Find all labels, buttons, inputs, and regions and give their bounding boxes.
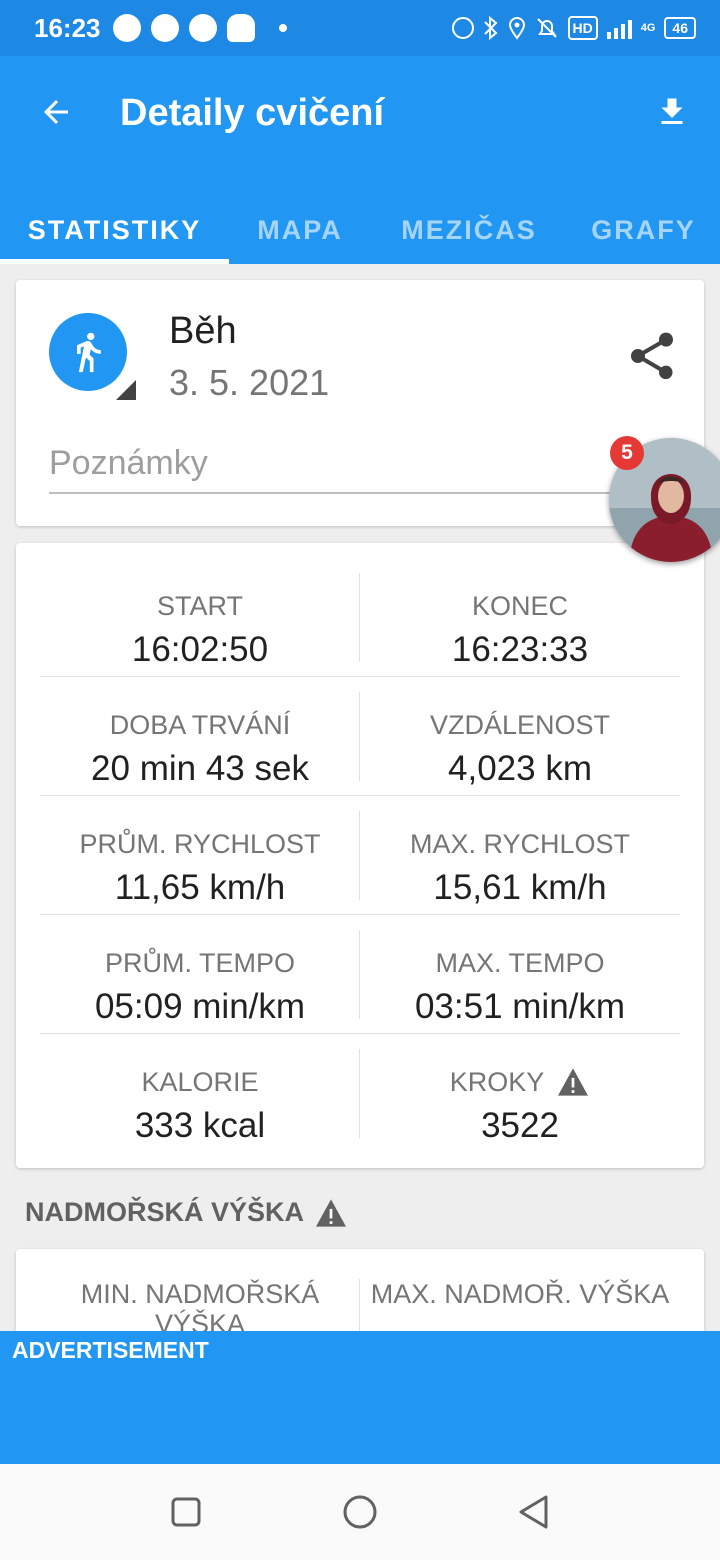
stat-value: 05:09 min/km	[94, 987, 306, 1026]
stat-label: MAX. RYCHLOST	[409, 829, 631, 859]
stat-max-pace: MAX. TEMPO 03:51 min/km	[360, 915, 680, 1034]
stat-label: START	[156, 591, 243, 621]
download-icon	[661, 98, 683, 124]
advertisement-label: ADVERTISEMENT	[12, 1337, 209, 1363]
advertisement-banner[interactable]: ADVERTISEMENT	[0, 1331, 720, 1464]
stat-value: 3522	[481, 1106, 559, 1145]
stat-label: DOBA TRVÁNÍ	[109, 710, 291, 740]
page-title: Detaily cvičení	[120, 92, 385, 134]
stat-label: KROKY	[449, 1067, 545, 1097]
warning-icon[interactable]	[556, 1067, 590, 1097]
stat-min-altitude-label: MIN. NADMOŘSKÁ VÝŠKA	[40, 1279, 360, 1349]
stat-label: KALORIE	[141, 1067, 259, 1097]
stat-steps: KROKY 3522	[360, 1034, 680, 1153]
stat-label: VZDÁLENOST	[429, 710, 611, 740]
back-button[interactable]	[32, 88, 80, 136]
hd-voice-icon: HD	[567, 16, 598, 40]
stat-value: 16:23:33	[451, 630, 589, 669]
app-bar: Detaily cvičení STATISTIKY MAPA MEZIČAS …	[0, 56, 720, 264]
home-button[interactable]	[334, 1486, 386, 1538]
stat-duration: DOBA TRVÁNÍ 20 min 43 sek	[40, 677, 360, 796]
stats-row: DOBA TRVÁNÍ 20 min 43 sek VZDÁLENOST 4,0…	[40, 677, 680, 796]
alarm-icon	[536, 18, 557, 38]
tab-mapa[interactable]: MAPA	[229, 196, 371, 264]
stat-value: 4,023 km	[448, 749, 592, 788]
tab-mezicas[interactable]: MEZIČAS	[371, 196, 567, 264]
stats-row: PRŮM. RYCHLOST 11,65 km/h MAX. RYCHLOST …	[40, 796, 680, 915]
notes-input[interactable]: Poznámky	[49, 444, 649, 494]
messenger-icon	[150, 14, 179, 42]
stat-value: 11,65 km/h	[114, 868, 286, 907]
stat-max-speed: MAX. RYCHLOST 15,61 km/h	[360, 796, 680, 915]
warning-icon[interactable]	[314, 1198, 348, 1228]
stat-label: PRŮM. RYCHLOST	[79, 829, 321, 859]
stats-row: PRŮM. TEMPO 05:09 min/km MAX. TEMPO 03:5…	[40, 915, 680, 1034]
dropdown-corner-indicator	[116, 380, 136, 400]
back-nav-button[interactable]	[508, 1486, 560, 1538]
spotify-icon	[112, 14, 141, 42]
messenger-icon	[188, 14, 217, 42]
activity-header-card: Běh 3. 5. 2021 Poznámky	[16, 280, 704, 526]
stat-value: 15,61 km/h	[433, 868, 607, 907]
stat-calories: KALORIE 333 kcal	[40, 1034, 360, 1153]
signal-icon	[606, 17, 632, 39]
system-nav-bar	[0, 1464, 720, 1560]
stat-max-altitude-label: MAX. NADMOŘ. VÝŠKA	[370, 1279, 670, 1309]
stat-label-wrap: KROKY	[450, 1064, 591, 1100]
stats-row: KALORIE 333 kcal KROKY 3522	[40, 1034, 680, 1153]
stat-start: START 16:02:50	[40, 558, 360, 677]
running-icon	[77, 332, 101, 373]
status-time: 16:23	[34, 12, 101, 43]
notification-icons	[112, 14, 287, 42]
activity-name: Běh	[169, 310, 237, 352]
data-saver-icon	[451, 17, 474, 39]
stat-value: 333 kcal	[134, 1106, 266, 1145]
share-icon	[631, 332, 673, 380]
stat-avg-speed: PRŮM. RYCHLOST 11,65 km/h	[40, 796, 360, 915]
chat-head-badge: 5	[610, 436, 644, 470]
stat-label: KONEC	[471, 591, 569, 621]
stat-end: KONEC 16:23:33	[360, 558, 680, 677]
activity-date: 3. 5. 2021	[169, 362, 330, 403]
share-button[interactable]	[624, 328, 680, 384]
stat-value: 03:51 min/km	[414, 987, 626, 1026]
battery-icon: 46	[664, 17, 696, 39]
home-icon	[343, 1495, 377, 1529]
more-notifications-icon	[278, 24, 287, 32]
stat-label: PRŮM. TEMPO	[104, 948, 295, 978]
stat-label: MAX. TEMPO	[435, 948, 605, 978]
download-button[interactable]	[648, 88, 696, 136]
stats-row: START 16:02:50 KONEC 16:23:33	[40, 558, 680, 677]
stat-value: 20 min 43 sek	[91, 749, 309, 788]
arrow-back-icon	[44, 100, 68, 124]
back-triangle-icon	[519, 1495, 548, 1529]
recents-button[interactable]	[160, 1486, 212, 1538]
stats-card: START 16:02:50 KONEC 16:23:33 DOBA TRVÁN…	[16, 543, 704, 1168]
section-title-text: NADMOŘSKÁ VÝŠKA	[25, 1197, 305, 1227]
stat-value: 16:02:50	[131, 630, 269, 669]
bluetooth-icon	[483, 16, 497, 40]
stat-avg-pace: PRŮM. TEMPO 05:09 min/km	[40, 915, 360, 1034]
snapchat-icon	[226, 14, 255, 42]
location-icon	[508, 17, 525, 40]
tab-grafy[interactable]: GRAFY	[567, 196, 720, 264]
stat-distance: VZDÁLENOST 4,023 km	[360, 677, 680, 796]
tab-statistiky[interactable]: STATISTIKY	[0, 196, 229, 264]
altitude-row: MIN. NADMOŘSKÁ VÝŠKA MAX. NADMOŘ. VÝŠKA	[40, 1279, 680, 1349]
status-bar: 16:23 HD 4G 46	[0, 0, 720, 56]
recents-icon	[171, 1497, 201, 1527]
tab-bar: STATISTIKY MAPA MEZIČAS GRAFY	[0, 196, 720, 264]
section-title-altitude: NADMOŘSKÁ VÝŠKA	[25, 1197, 348, 1228]
network-type: 4G	[640, 22, 656, 34]
